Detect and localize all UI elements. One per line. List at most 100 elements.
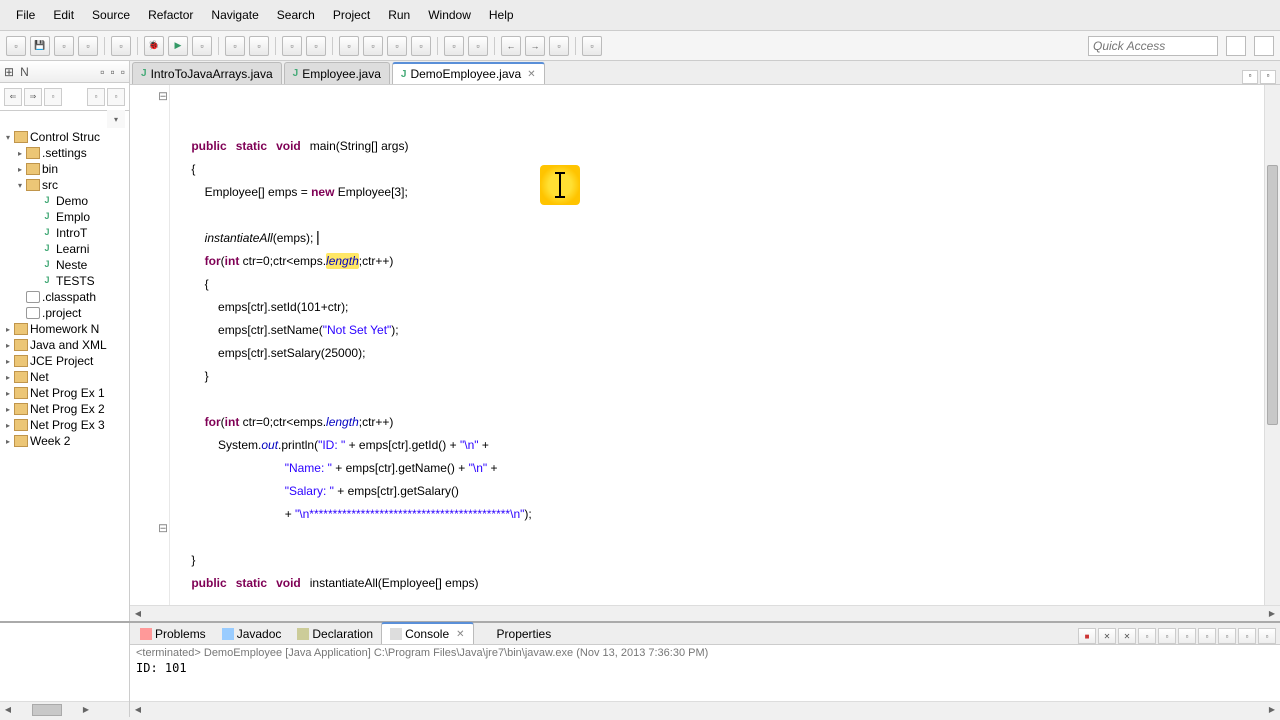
run-button[interactable]: ▶ — [168, 36, 188, 56]
maximize-editor-icon[interactable]: ▫ — [1260, 70, 1276, 84]
next-annotation-button[interactable]: ▫ — [444, 36, 464, 56]
search-button[interactable]: ▫ — [306, 36, 326, 56]
clear-console-icon[interactable]: ▫ — [1138, 628, 1156, 644]
minimize-icon[interactable]: ▫ — [110, 65, 114, 79]
menu-file[interactable]: File — [8, 4, 43, 26]
open-console-icon[interactable]: ▫ — [1218, 628, 1236, 644]
link-editor-icon[interactable]: ▫ — [107, 88, 125, 106]
tab-javadoc[interactable]: Javadoc — [214, 624, 290, 644]
save-button[interactable]: 💾 — [30, 36, 50, 56]
scroll-lock-icon[interactable]: ▫ — [1158, 628, 1176, 644]
display-icon[interactable]: ▫ — [1198, 628, 1216, 644]
tab-employee[interactable]: JEmployee.java — [284, 62, 390, 84]
tree-settings[interactable]: ▸.settings — [0, 145, 129, 161]
tree-file-introt[interactable]: JIntroT — [0, 225, 129, 241]
maximize-icon[interactable]: ▫ — [121, 65, 125, 79]
menu-edit[interactable]: Edit — [45, 4, 82, 26]
tab-properties[interactable]: Properties — [474, 624, 560, 644]
tree-file-tests[interactable]: JTESTS — [0, 273, 129, 289]
tree-file-demo[interactable]: JDemo — [0, 193, 129, 209]
build-button[interactable]: ▫ — [111, 36, 131, 56]
new-button[interactable]: ▫ — [6, 36, 26, 56]
block-select-button[interactable]: ▫ — [363, 36, 383, 56]
remove-launch-icon[interactable]: ✕ — [1098, 628, 1116, 644]
collapse-icon[interactable]: ⊞ — [4, 65, 14, 79]
console-hscroll[interactable]: ◀ ▶ — [130, 701, 1280, 717]
terminate-icon[interactable]: ■ — [1078, 628, 1096, 644]
menu-help[interactable]: Help — [481, 4, 522, 26]
menu-source[interactable]: Source — [84, 4, 138, 26]
scroll-right-icon[interactable]: ▶ — [78, 705, 94, 714]
close-tab-icon[interactable]: ✕ — [527, 69, 535, 80]
tree-proj-np3[interactable]: ▸Net Prog Ex 3 — [0, 417, 129, 433]
tree-src[interactable]: ▾src — [0, 177, 129, 193]
scroll-left-icon[interactable]: ◀ — [130, 606, 146, 621]
perspective-button-1[interactable] — [1226, 36, 1246, 56]
new-package-button[interactable]: ▫ — [249, 36, 269, 56]
scroll-left-icon[interactable]: ◀ — [0, 705, 16, 714]
tree-proj-net[interactable]: ▸Net — [0, 369, 129, 385]
tree-proj-hw[interactable]: ▸Homework N — [0, 321, 129, 337]
scroll-thumb-h[interactable] — [32, 704, 62, 716]
menu-navigate[interactable]: Navigate — [203, 4, 266, 26]
menu-project[interactable]: Project — [325, 4, 378, 26]
fwd-nav-icon[interactable]: ⇒ — [24, 88, 42, 106]
open-type-button[interactable]: ▫ — [282, 36, 302, 56]
collapse-all-icon[interactable]: ▫ — [87, 88, 105, 106]
tab-demoemployee[interactable]: JDemoEmployee.java✕ — [392, 62, 545, 84]
horizontal-scrollbar[interactable]: ◀ ▶ — [130, 605, 1280, 621]
code-editor[interactable]: ⊟ ⊟ public static void main(String[] arg… — [130, 85, 1280, 605]
save-all-button[interactable]: ▫ — [54, 36, 74, 56]
run-last-button[interactable]: ▫ — [192, 36, 212, 56]
pin-button[interactable]: ▫ — [582, 36, 602, 56]
remove-all-icon[interactable]: ✕ — [1118, 628, 1136, 644]
scroll-right-icon[interactable]: ▶ — [1264, 606, 1280, 621]
tree-file-neste[interactable]: JNeste — [0, 257, 129, 273]
tree-proj-np1[interactable]: ▸Net Prog Ex 1 — [0, 385, 129, 401]
tab-console[interactable]: Console✕ — [381, 622, 473, 644]
tree-proj-wk2[interactable]: ▸Week 2 — [0, 433, 129, 449]
tree-file-learni[interactable]: JLearni — [0, 241, 129, 257]
tab-intro[interactable]: JIntroToJavaArrays.java — [132, 62, 282, 84]
minimize-editor-icon[interactable]: ▫ — [1242, 70, 1258, 84]
scroll-thumb[interactable] — [1267, 165, 1278, 425]
back-nav-icon[interactable]: ⇐ — [4, 88, 22, 106]
tree-classpath[interactable]: .classpath — [0, 289, 129, 305]
tree-proj-jce[interactable]: ▸JCE Project — [0, 353, 129, 369]
vertical-scrollbar[interactable] — [1264, 85, 1280, 605]
project-tree[interactable]: ▾Control Struc ▸.settings ▸bin ▾src JDem… — [0, 127, 129, 621]
tree-projectfile[interactable]: .project — [0, 305, 129, 321]
tree-root[interactable]: ▾Control Struc — [0, 129, 129, 145]
tree-file-emplo[interactable]: JEmplo — [0, 209, 129, 225]
scroll-right-icon[interactable]: ▶ — [1264, 702, 1280, 717]
menu-search[interactable]: Search — [269, 4, 323, 26]
menu-run[interactable]: Run — [380, 4, 418, 26]
code-content[interactable]: public static void main(String[] args) {… — [170, 85, 1264, 605]
show-whitespace-button[interactable]: ▫ — [387, 36, 407, 56]
up-nav-icon[interactable]: ▫ — [44, 88, 62, 106]
toggle-button[interactable]: ▫ — [411, 36, 431, 56]
debug-button[interactable]: 🐞 — [144, 36, 164, 56]
tab-declaration[interactable]: Declaration — [289, 624, 381, 644]
tab-problems[interactable]: Problems — [132, 624, 214, 644]
view-menu-icon[interactable]: ▫ — [100, 65, 104, 79]
toggle-mark-button[interactable]: ▫ — [339, 36, 359, 56]
pin-console-icon[interactable]: ▫ — [1178, 628, 1196, 644]
prev-annotation-button[interactable]: ▫ — [468, 36, 488, 56]
quick-access-input[interactable] — [1088, 36, 1218, 56]
last-edit-button[interactable]: ▫ — [549, 36, 569, 56]
menu-refactor[interactable]: Refactor — [140, 4, 201, 26]
back-button[interactable]: ← — [501, 36, 521, 56]
tree-proj-javaxml[interactable]: ▸Java and XML — [0, 337, 129, 353]
print-button[interactable]: ▫ — [78, 36, 98, 56]
close-console-icon[interactable]: ✕ — [456, 629, 464, 640]
tree-proj-np2[interactable]: ▸Net Prog Ex 2 — [0, 401, 129, 417]
filter-icon[interactable]: ▾ — [107, 110, 125, 128]
console-output[interactable]: ID: 101 — [130, 661, 1280, 675]
tree-bin[interactable]: ▸bin — [0, 161, 129, 177]
new-class-button[interactable]: ▫ — [225, 36, 245, 56]
scroll-left-icon[interactable]: ◀ — [130, 702, 146, 717]
perspective-button-2[interactable] — [1254, 36, 1274, 56]
min-console-icon[interactable]: ▫ — [1238, 628, 1256, 644]
forward-button[interactable]: → — [525, 36, 545, 56]
